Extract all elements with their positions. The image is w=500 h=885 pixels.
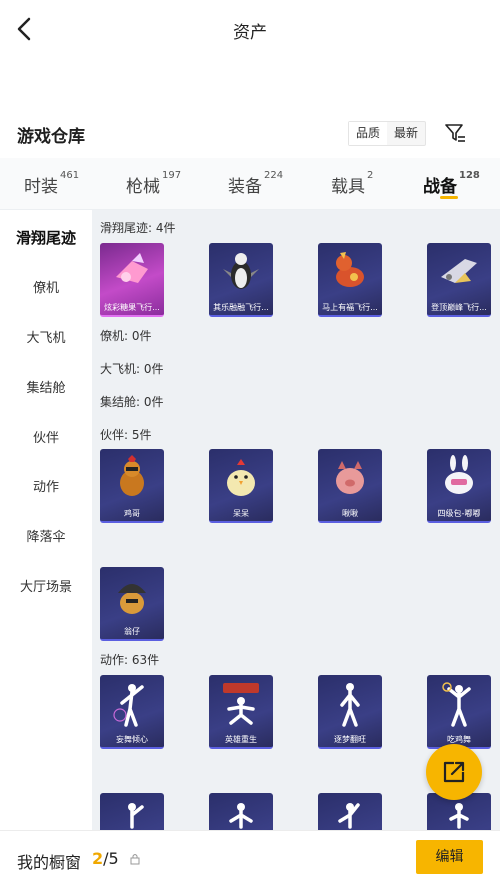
candy-trail-icon	[116, 253, 148, 283]
tab-vehicles[interactable]: 载具2	[331, 170, 374, 197]
tab-guns[interactable]: 枪械197	[126, 170, 182, 197]
dancer-emote-icon	[113, 684, 144, 727]
bottom-bar: 我的橱窗 2/5 编辑	[0, 830, 500, 885]
item-label: 马上有福飞行...	[322, 303, 378, 312]
emote-figure-icon	[338, 803, 360, 829]
group-title-wingman: 僚机: 0件	[100, 329, 152, 343]
item-label: 炫彩糖果飞行...	[104, 303, 160, 312]
tab-count: 197	[162, 170, 182, 181]
item-card[interactable]: 其乐融融飞行...	[209, 243, 273, 317]
edit-button[interactable]: 编辑	[416, 840, 483, 874]
tab-equipment[interactable]: 装备224	[228, 170, 284, 197]
sidebar-item-pod[interactable]: 集结舱	[0, 377, 92, 396]
tab-count: 2	[367, 170, 374, 181]
item-card[interactable]: 妄舞倾心	[100, 675, 164, 749]
sidebar: 滑翔尾迹 僚机 大飞机 集结舱 伙伴 动作 降落伞 大厅场景	[0, 210, 92, 830]
top-bar: 资产	[0, 0, 500, 60]
item-label: 啾啾	[342, 509, 358, 518]
item-label: 其乐融融飞行...	[213, 303, 269, 312]
group-title-glide: 滑翔尾迹: 4件	[100, 221, 176, 235]
tab-count: 224	[264, 170, 284, 181]
rooster-buddy-icon	[120, 455, 144, 496]
active-tab-indicator	[440, 196, 458, 199]
sidebar-item-plane[interactable]: 大飞机	[0, 327, 92, 346]
hero-emote-icon	[223, 683, 259, 725]
bunny-buddy-icon	[445, 455, 473, 494]
item-label: 翁仔	[124, 627, 140, 636]
sort-toggle: 品质 最新	[348, 121, 427, 146]
item-card[interactable]: 呆呆	[209, 449, 273, 523]
sidebar-item-wingman[interactable]: 僚机	[0, 277, 92, 296]
item-card[interactable]: 马上有福飞行...	[318, 243, 382, 317]
sort-quality-button[interactable]: 品质	[349, 122, 388, 145]
item-card[interactable]: 鸡哥	[100, 449, 164, 523]
sort-latest-button[interactable]: 最新	[387, 122, 425, 145]
section-title: 游戏仓库	[17, 127, 85, 147]
item-card[interactable]: 炫彩糖果飞行...	[100, 243, 164, 317]
group-title-plane: 大飞机: 0件	[100, 362, 164, 376]
chicken-dance-emote-icon	[442, 682, 471, 727]
jet-trail-icon	[441, 259, 477, 283]
item-card[interactable]	[100, 793, 164, 830]
item-card[interactable]: 英雄重生	[209, 675, 273, 749]
item-card[interactable]	[318, 793, 382, 830]
item-card[interactable]: 吃鸡舞	[427, 675, 491, 749]
item-card[interactable]: 四级包-嘟嘟	[427, 449, 491, 523]
sidebar-item-parachute[interactable]: 降落伞	[0, 526, 92, 545]
showcase-count: 2/5	[92, 849, 119, 868]
page-title: 资产	[233, 23, 267, 43]
tab-count: 128	[459, 170, 480, 181]
item-label: 呆呆	[233, 509, 249, 518]
item-card[interactable]	[209, 793, 273, 830]
item-card[interactable]: 逐梦翻旺	[318, 675, 382, 749]
chick-buddy-icon	[227, 459, 255, 496]
group-title-pod: 集结舱: 0件	[100, 395, 164, 409]
dream-emote-icon	[340, 683, 360, 727]
item-grid: 滑翔尾迹: 4件 炫彩糖果飞行... 其乐融融飞行... 马上有福飞行... 登…	[92, 210, 500, 830]
category-tabs: 时装461 枪械197 装备224 载具2 战备128	[0, 158, 500, 210]
chick-helmet-buddy-icon	[118, 584, 146, 614]
item-label: 吃鸡舞	[447, 735, 471, 744]
item-label: 四级包-嘟嘟	[437, 509, 481, 518]
lock-icon	[130, 854, 140, 865]
sidebar-item-buddy[interactable]: 伙伴	[0, 427, 92, 446]
item-card[interactable]: 啾啾	[318, 449, 382, 523]
penguin-trail-icon	[223, 253, 259, 289]
item-label: 登顶巅峰飞行...	[431, 303, 487, 312]
group-title-buddy: 伙伴: 5件	[100, 428, 152, 442]
sidebar-item-emote[interactable]: 动作	[0, 476, 92, 495]
pig-buddy-icon	[336, 461, 364, 494]
tab-count: 461	[60, 170, 80, 181]
sidebar-item-glide-trail[interactable]: 滑翔尾迹	[0, 227, 92, 248]
horse-trail-icon	[336, 252, 364, 287]
item-label: 英雄重生	[225, 735, 257, 744]
tab-battle-gear[interactable]: 战备128	[423, 170, 480, 197]
emote-figure-icon	[449, 803, 469, 829]
share-fab-button[interactable]	[426, 744, 482, 800]
item-label: 鸡哥	[124, 509, 140, 518]
item-card[interactable]: 翁仔	[100, 567, 164, 641]
emote-figure-icon	[229, 803, 253, 829]
item-label: 逐梦翻旺	[334, 735, 366, 744]
showcase-label: 我的橱窗	[17, 853, 82, 872]
filter-icon[interactable]	[444, 122, 466, 144]
share-icon	[443, 761, 465, 783]
item-card[interactable]: 登顶巅峰飞行...	[427, 243, 491, 317]
item-label: 妄舞倾心	[116, 735, 148, 744]
emote-figure-icon	[128, 803, 144, 829]
sidebar-item-lobby-scene[interactable]: 大厅场景	[0, 576, 92, 595]
group-title-emote: 动作: 63件	[100, 653, 160, 667]
tab-fashion[interactable]: 时装461	[24, 170, 80, 197]
